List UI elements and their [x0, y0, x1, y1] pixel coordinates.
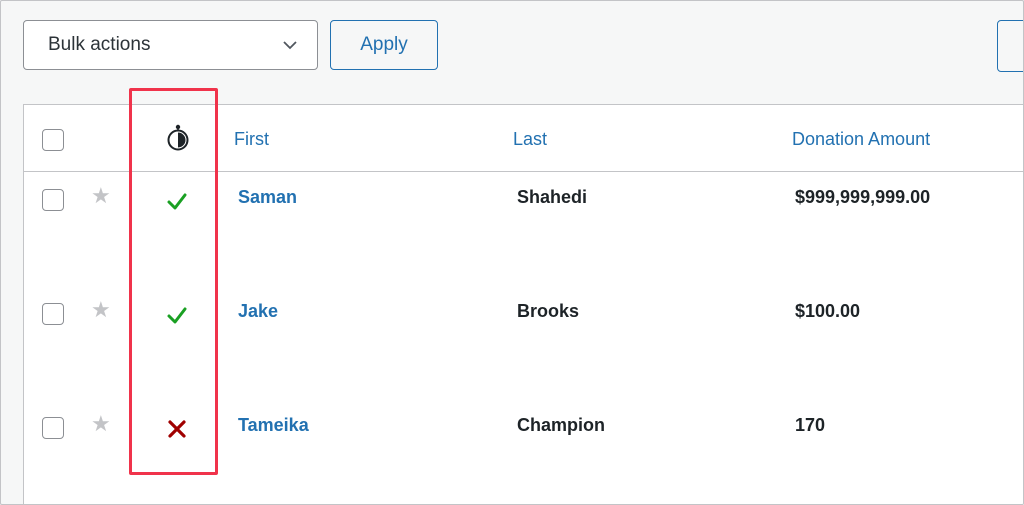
donation-amount: $999,999,999.00: [795, 187, 931, 207]
column-donation-amount[interactable]: Donation Amount: [792, 129, 930, 150]
table-header: First Last Donation Amount: [24, 105, 1023, 172]
first-name-link[interactable]: Tameika: [238, 415, 309, 436]
star-icon[interactable]: ★: [91, 299, 111, 321]
entries-screen: Bulk actions Apply First Last Donation A…: [0, 0, 1024, 505]
checkmark-icon: [167, 307, 187, 324]
approval-status-icon[interactable]: [165, 123, 191, 151]
star-icon[interactable]: ★: [91, 185, 111, 207]
checkmark-icon: [167, 193, 187, 210]
bulk-actions-select[interactable]: Bulk actions: [23, 20, 318, 70]
last-name: Brooks: [517, 301, 580, 321]
apply-button-label: Apply: [360, 34, 408, 55]
table-row: ★ Jake Brooks $100.00: [24, 285, 1023, 399]
select-all-checkbox[interactable]: [42, 129, 64, 151]
column-last[interactable]: Last: [513, 129, 547, 150]
secondary-button[interactable]: [997, 20, 1023, 72]
close-x-icon: [168, 420, 186, 438]
row-checkbox[interactable]: [42, 417, 64, 439]
table-row: ★ Tameika Champion 170: [24, 399, 1023, 504]
last-name: Shahedi: [517, 187, 588, 207]
table-row: ★ Saman Shahedi $999,999,999.00: [24, 171, 1023, 285]
row-checkbox[interactable]: [42, 189, 64, 211]
entries-table: First Last Donation Amount ★ Saman Shahe…: [23, 104, 1023, 504]
first-name-link[interactable]: Saman: [238, 187, 297, 208]
first-name-link[interactable]: Jake: [238, 301, 278, 322]
donation-amount: 170: [795, 415, 826, 435]
chevron-down-icon: [283, 41, 297, 50]
last-name: Champion: [517, 415, 605, 435]
donation-amount: $100.00: [795, 301, 861, 321]
row-checkbox[interactable]: [42, 303, 64, 325]
column-first[interactable]: First: [234, 129, 269, 150]
apply-button[interactable]: Apply: [330, 20, 438, 70]
bulk-actions-label: Bulk actions: [48, 34, 151, 55]
star-icon[interactable]: ★: [91, 413, 111, 435]
